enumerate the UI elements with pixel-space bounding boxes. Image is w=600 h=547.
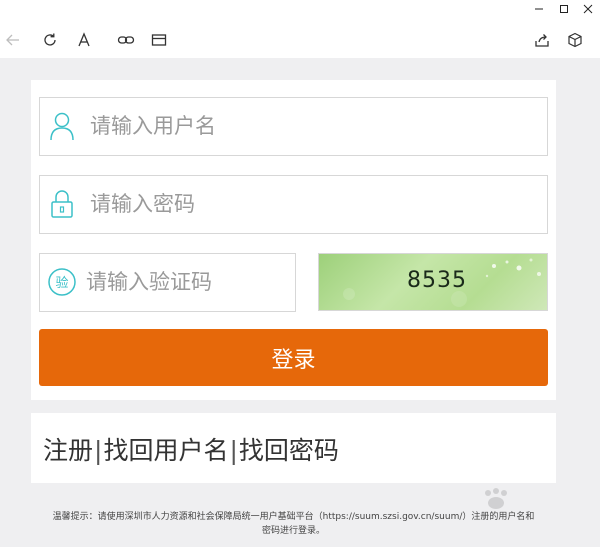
password-input[interactable]: [90, 182, 520, 226]
refresh-icon: [44, 33, 56, 46]
close-button[interactable]: [576, 2, 600, 18]
username-input[interactable]: [90, 104, 520, 148]
user-icon: [46, 110, 78, 142]
font-button[interactable]: [74, 30, 94, 50]
close-icon: [583, 4, 593, 14]
toolbar: [0, 22, 600, 58]
minimize-icon: [535, 8, 543, 10]
title-bar: [0, 0, 600, 22]
link-button[interactable]: [116, 30, 136, 50]
notice-line-2: 密码进行登录。: [261, 526, 325, 536]
back-button[interactable]: [3, 30, 23, 50]
captcha-code: 8535: [407, 268, 467, 293]
window-icon: [151, 34, 167, 46]
link-icon: [117, 36, 135, 44]
share-icon: [535, 34, 549, 47]
arrow-left-icon: [6, 34, 19, 46]
find-username-link[interactable]: 找回用户名: [103, 436, 228, 465]
maximize-icon: [560, 5, 568, 13]
font-icon: [78, 32, 90, 47]
cube-button[interactable]: [565, 30, 585, 50]
link-separator: |: [94, 436, 103, 465]
links-panel: 注册|找回用户名|找回密码: [31, 413, 556, 483]
captcha-icon: 验: [46, 266, 78, 298]
account-links: 注册|找回用户名|找回密码: [43, 431, 339, 467]
maximize-button[interactable]: [552, 2, 576, 18]
minimize-button[interactable]: [527, 2, 551, 18]
captcha-image[interactable]: 8535: [318, 253, 548, 311]
refresh-button[interactable]: [40, 30, 60, 50]
password-field: [39, 175, 548, 234]
link-separator: |: [229, 436, 238, 465]
username-field: [39, 97, 548, 156]
captcha-icon-label: 验: [55, 275, 68, 291]
find-password-link[interactable]: 找回密码: [239, 436, 339, 465]
share-button[interactable]: [532, 30, 552, 50]
notice-text: 温馨提示：请使用深圳市人力资源和社会保障局统一用户基础平台（https://su…: [31, 510, 556, 538]
register-link[interactable]: 注册: [43, 436, 93, 465]
login-button[interactable]: 登录: [39, 329, 548, 386]
window-button[interactable]: [149, 30, 169, 50]
captcha-input[interactable]: [86, 260, 286, 304]
captcha-field: 验: [39, 253, 296, 312]
notice-line-1: 温馨提示：请使用深圳市人力资源和社会保障局统一用户基础平台（https://su…: [52, 512, 535, 522]
cube-icon: [568, 32, 582, 48]
lock-icon: [46, 188, 78, 220]
